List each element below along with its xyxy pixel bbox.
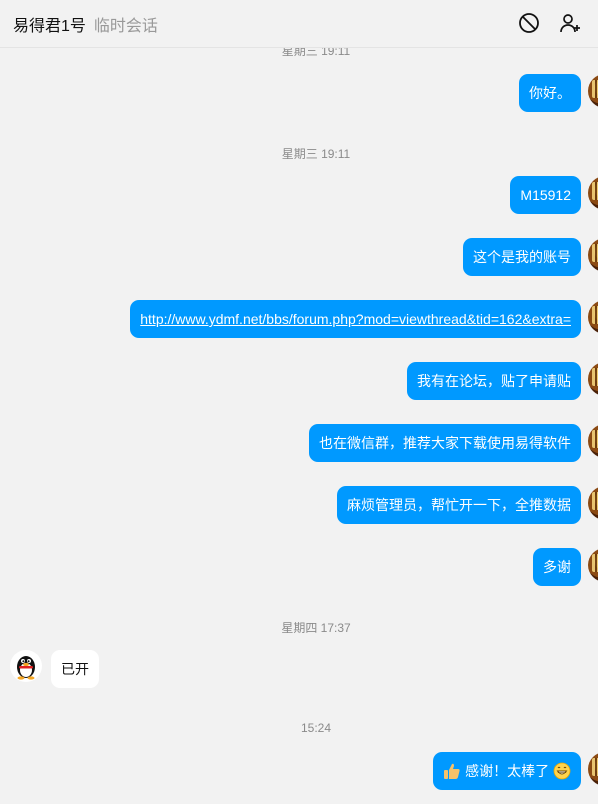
message-link[interactable]: http://www.ydmf.net/bbs/forum.php?mod=vi… [130, 300, 581, 338]
qq-penguin-avatar[interactable] [10, 650, 42, 682]
user-avatar[interactable] [588, 752, 598, 786]
user-avatar[interactable] [588, 176, 598, 210]
add-user-icon [560, 14, 580, 33]
message-bubble-outgoing[interactable]: 我有在论坛，贴了申请贴 [407, 362, 581, 400]
contact-name[interactable]: 易得君1号 [13, 12, 86, 36]
user-avatar[interactable] [588, 548, 598, 582]
message-bubble-outgoing[interactable]: 麻烦管理员，帮忙开一下，全推数据 [337, 486, 581, 524]
user-avatar[interactable] [588, 238, 598, 272]
timestamp: 15:24 [300, 721, 332, 735]
message-bubble-outgoing[interactable]: 你好。 [519, 74, 581, 112]
timestamp: 星期四 17:37 [281, 621, 351, 635]
session-type: 临时会话 [93, 17, 158, 35]
message-text: 感谢！太棒了 [465, 763, 550, 779]
thumbs-up-emoji [444, 763, 460, 779]
message-bubble-outgoing[interactable]: 这个是我的账号 [463, 238, 581, 276]
grin-emoji [553, 762, 571, 780]
add-member-button[interactable] [558, 11, 582, 35]
penguin-icon [17, 656, 35, 680]
user-avatar[interactable] [588, 486, 598, 520]
message-bubble-outgoing[interactable]: 感谢！太棒了 [433, 752, 581, 790]
user-avatar[interactable] [588, 300, 598, 334]
message-bubble-outgoing[interactable]: 也在微信群，推荐大家下载使用易得软件 [309, 424, 581, 462]
user-avatar[interactable] [588, 362, 598, 396]
chat-header: 易得君1号 临时会话 [0, 0, 598, 48]
chat-window: 易得君1号 临时会话 星期三 19:11 你好。 星期三 19:11 M1591… [0, 0, 598, 804]
user-avatar[interactable] [588, 424, 598, 458]
message-bubble-outgoing[interactable]: 多谢 [533, 548, 581, 586]
message-bubble-outgoing[interactable]: M15912 [510, 176, 581, 214]
user-avatar[interactable] [588, 74, 598, 108]
block-button[interactable] [517, 11, 541, 35]
message-bubble-incoming[interactable]: 已开 [51, 650, 99, 688]
block-icon [519, 13, 539, 33]
timestamp: 星期三 19:11 [281, 147, 351, 161]
